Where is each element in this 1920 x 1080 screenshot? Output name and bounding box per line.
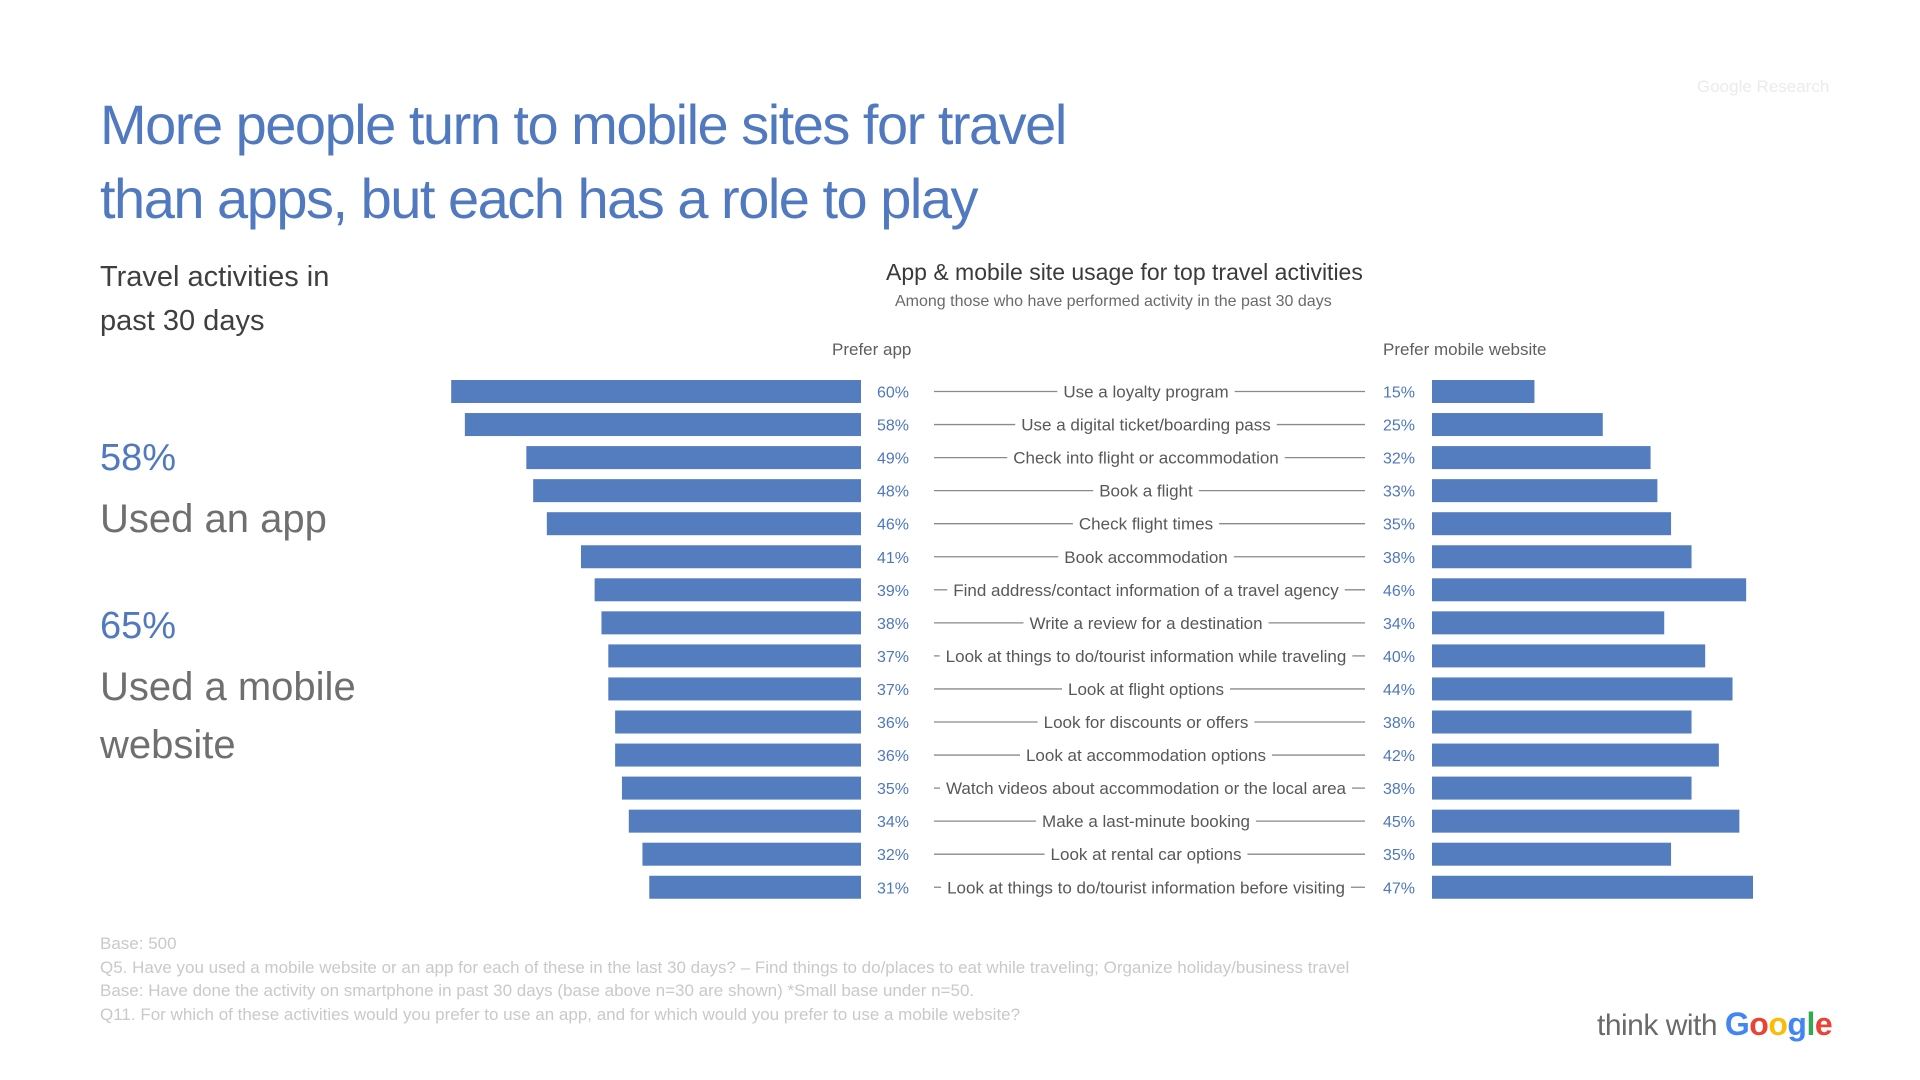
bar-prefer-app	[642, 842, 861, 866]
bar-prefer-app	[451, 380, 861, 403]
logo-prefix: think with	[1597, 1009, 1718, 1042]
value-label-app: 36%	[877, 748, 909, 765]
value-label-website: 46%	[1383, 583, 1415, 600]
category-label: Find address/contact information of a tr…	[953, 581, 1339, 600]
category-label: Check into flight or accommodation	[1013, 449, 1279, 468]
bar-prefer-app	[580, 545, 861, 569]
value-label-app: 35%	[877, 781, 909, 798]
value-label-website: 38%	[1383, 715, 1415, 732]
value-label-website: 38%	[1383, 781, 1415, 798]
bar-prefer-app	[464, 413, 861, 437]
value-label-app: 41%	[877, 550, 909, 567]
bar-prefer-app	[526, 446, 861, 470]
category-label: Watch videos about accommodation or the …	[946, 779, 1347, 798]
category-label: Use a digital ticket/boarding pass	[1021, 416, 1270, 435]
bar-prefer-app	[601, 611, 861, 635]
category-label: Look at things to do/tourist information…	[947, 878, 1345, 897]
category-label: Write a review for a destination	[1029, 614, 1262, 633]
category-label: Look at things to do/tourist information…	[946, 647, 1347, 666]
bar-prefer-app	[546, 512, 861, 536]
logo-letter: g	[1787, 1006, 1807, 1042]
footnote-q5: Q5. Have you used a mobile website or an…	[100, 957, 1350, 977]
bar-prefer-website	[1432, 446, 1651, 470]
bar-prefer-website	[1432, 545, 1692, 569]
value-label-website: 25%	[1383, 418, 1415, 435]
value-label-website: 35%	[1383, 847, 1415, 864]
value-label-website: 44%	[1383, 682, 1415, 699]
bar-prefer-website	[1432, 809, 1740, 833]
value-label-website: 40%	[1383, 649, 1415, 666]
footnote-base: Base: 500	[100, 934, 177, 953]
bar-prefer-website	[1432, 677, 1733, 701]
bar-prefer-website	[1432, 479, 1658, 503]
value-label-app: 31%	[877, 880, 909, 897]
google-wordmark: Google	[1724, 1006, 1833, 1042]
bar-prefer-app	[628, 809, 861, 833]
footnotes: Base: 500 Q5. Have you used a mobile web…	[100, 932, 1420, 1026]
logo-letter: l	[1806, 1006, 1815, 1042]
logo-letter: o	[1749, 1006, 1769, 1042]
footnote-base-detail: Base: Have done the activity on smartpho…	[100, 981, 975, 1000]
logo-letter: G	[1724, 1006, 1750, 1042]
value-label-website: 45%	[1383, 814, 1415, 831]
diverging-bar-chart: 60% 15% Use a loyalty program 58% 25% Use a d…	[451, 380, 1754, 899]
value-label-app: 39%	[877, 583, 909, 600]
bar-prefer-app	[615, 710, 861, 734]
bar-prefer-website	[1432, 611, 1665, 635]
category-label: Look at flight options	[1068, 680, 1224, 699]
value-label-app: 38%	[877, 616, 909, 633]
value-label-app: 60%	[877, 385, 909, 402]
category-label: Use a loyalty program	[1063, 383, 1228, 402]
value-label-website: 38%	[1383, 550, 1415, 567]
value-label-app: 34%	[877, 814, 909, 831]
category-label: Look at accommodation options	[1026, 746, 1266, 765]
category-label: Look for discounts or offers	[1044, 713, 1249, 732]
bar-prefer-website	[1432, 875, 1754, 899]
value-label-app: 58%	[877, 418, 909, 435]
bar-prefer-website	[1432, 776, 1692, 800]
bar-prefer-app	[649, 875, 861, 899]
bar-prefer-website	[1432, 743, 1719, 767]
bar-prefer-website	[1432, 710, 1692, 734]
value-label-app: 37%	[877, 682, 909, 699]
bar-prefer-website	[1432, 842, 1672, 866]
bar-prefer-website	[1432, 380, 1535, 403]
value-label-website: 42%	[1383, 748, 1415, 765]
value-label-app: 48%	[877, 484, 909, 501]
category-label: Book accommodation	[1064, 548, 1227, 567]
category-label: Make a last-minute booking	[1042, 812, 1250, 831]
category-label: Book a flight	[1099, 482, 1193, 501]
category-label: Look at rental car options	[1051, 845, 1242, 864]
bar-prefer-app	[621, 776, 861, 800]
value-label-website: 15%	[1383, 385, 1415, 402]
bar-prefer-app	[608, 644, 861, 668]
bar-prefer-app	[608, 677, 861, 701]
value-label-app: 37%	[877, 649, 909, 666]
value-label-website: 35%	[1383, 517, 1415, 534]
bar-prefer-app	[615, 743, 861, 767]
value-label-app: 32%	[877, 847, 909, 864]
logo-letter: e	[1814, 1006, 1833, 1042]
logo-letter: o	[1768, 1006, 1788, 1042]
value-label-app: 36%	[877, 715, 909, 732]
value-label-app: 49%	[877, 451, 909, 468]
bar-prefer-app	[594, 578, 861, 602]
footnote-q11: Q11. For which of these activities would…	[100, 1004, 1021, 1024]
bar-prefer-website	[1432, 512, 1672, 536]
bar-prefer-website	[1432, 578, 1747, 602]
bar-prefer-website	[1432, 644, 1706, 668]
value-label-website: 34%	[1383, 616, 1415, 633]
value-label-app: 46%	[877, 517, 909, 534]
think-with-google-logo: think with Google	[1597, 1006, 1833, 1043]
category-label: Check flight times	[1079, 515, 1213, 534]
value-label-website: 32%	[1383, 451, 1415, 468]
value-label-website: 33%	[1383, 484, 1415, 501]
bar-prefer-website	[1432, 413, 1603, 437]
value-label-website: 47%	[1383, 880, 1415, 897]
bar-prefer-app	[533, 479, 861, 503]
